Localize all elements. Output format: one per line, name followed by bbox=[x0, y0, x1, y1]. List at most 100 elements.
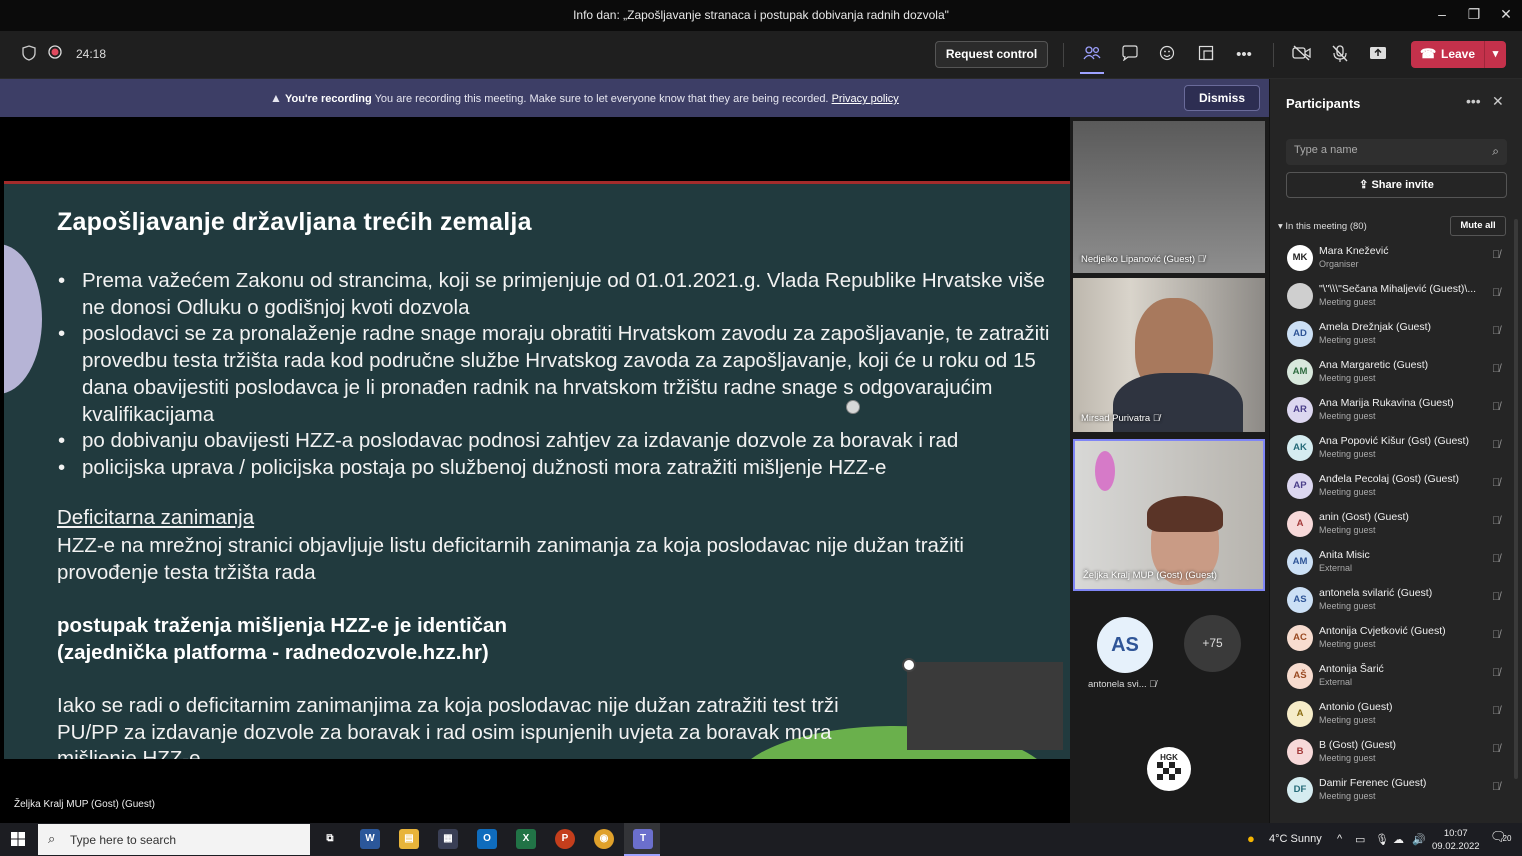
mic-off-icon[interactable]: 🎙̸ bbox=[1492, 325, 1500, 337]
mic-off-icon[interactable]: 🎙̸ bbox=[1492, 477, 1500, 489]
avatar[interactable]: AS bbox=[1097, 617, 1153, 673]
file-explorer-icon[interactable]: ▤ bbox=[399, 829, 419, 849]
slide-bullet: Prema važećem Zakonu od strancima, koji … bbox=[56, 268, 1056, 321]
video-tile[interactable]: Mirsad Purivatra 🎙̸ bbox=[1073, 278, 1265, 432]
participant-row[interactable]: AM Ana Margaretic (Guest) Meeting guest 🎙̸ bbox=[1270, 355, 1510, 393]
windows-start-icon[interactable] bbox=[11, 832, 25, 851]
powerpoint-icon[interactable]: P bbox=[555, 829, 575, 849]
chevron-up-icon[interactable]: ^ bbox=[1337, 833, 1342, 845]
participant-row[interactable]: AR Ana Marija Rukavina (Guest) Meeting gue… bbox=[1270, 393, 1510, 431]
taskbar-search[interactable]: ⌕ Type here to search bbox=[38, 824, 310, 855]
participant-row[interactable]: AŠ Antonija Šarić External 🎙̸ bbox=[1270, 659, 1510, 697]
more-participants-button[interactable]: +75 bbox=[1184, 615, 1241, 672]
mic-off-icon[interactable]: 🎙̸ bbox=[1492, 287, 1500, 299]
onedrive-icon[interactable]: ☁ bbox=[1393, 833, 1404, 846]
chrome-icon[interactable]: ◉ bbox=[594, 829, 614, 849]
participant-name: Anita Misic bbox=[1319, 549, 1370, 561]
participant-role: Meeting guest bbox=[1319, 487, 1376, 497]
video-tile-name: Mirsad Purivatra 🎙̸ bbox=[1081, 413, 1160, 424]
window-title: Info dan: „Zapošljavanje stranaca i post… bbox=[573, 8, 949, 22]
mic-off-icon: 🎙̸ bbox=[1152, 413, 1160, 424]
participant-row[interactable]: A Antonio (Guest) Meeting guest 🎙̸ bbox=[1270, 697, 1510, 735]
camera-off-icon[interactable] bbox=[1292, 45, 1312, 65]
more-options-icon[interactable]: ••• bbox=[1466, 93, 1481, 109]
dismiss-button[interactable]: Dismiss bbox=[1184, 85, 1260, 111]
participant-list: MK Mara Knežević Organiser 🎙̸ "\"\\\"Sečana … bbox=[1270, 241, 1510, 823]
close-icon[interactable]: ✕ bbox=[1492, 93, 1504, 110]
mic-off-icon[interactable]: 🎙̸ bbox=[1492, 249, 1500, 261]
mic-off-icon[interactable]: 🎙̸ bbox=[1492, 743, 1500, 755]
share-screen-icon[interactable] bbox=[1368, 45, 1388, 65]
participant-row[interactable]: AP Anđela Pecolaj (Gost) (Guest) Meeting g… bbox=[1270, 469, 1510, 507]
hgk-logo[interactable]: HGK bbox=[1147, 747, 1191, 791]
participant-name: Ana Popović Kišur (Gst) (Guest) bbox=[1319, 435, 1469, 447]
mic-off-icon[interactable]: 🎙̸ bbox=[1492, 401, 1500, 413]
mic-off-icon[interactable] bbox=[1330, 45, 1350, 65]
participant-row[interactable]: AD Amela Drežnjak (Guest) Meeting guest 🎙̸ bbox=[1270, 317, 1510, 355]
mute-all-button[interactable]: Mute all bbox=[1450, 216, 1506, 236]
participant-row[interactable]: MK Mara Knežević Organiser 🎙̸ bbox=[1270, 241, 1510, 279]
in-meeting-section-toggle[interactable]: ▾ In this meeting (80) bbox=[1278, 221, 1367, 232]
scrollbar[interactable] bbox=[1514, 219, 1518, 779]
share-invite-button[interactable]: ⇪ Share invite bbox=[1286, 172, 1507, 198]
participant-row[interactable]: B B (Gost) (Guest) Meeting guest 🎙̸ bbox=[1270, 735, 1510, 773]
minimize-icon[interactable]: – bbox=[1432, 6, 1452, 22]
store-icon[interactable]: ▦ bbox=[438, 829, 458, 849]
participant-row[interactable]: AM Anita Misic External 🎙̸ bbox=[1270, 545, 1510, 583]
word-icon[interactable]: W bbox=[360, 829, 380, 849]
microphone-icon[interactable]: 🎙 bbox=[1375, 833, 1389, 846]
checkerboard-icon bbox=[1157, 762, 1181, 780]
outlook-icon[interactable]: O bbox=[477, 829, 497, 849]
mic-off-icon[interactable]: 🎙̸ bbox=[1492, 515, 1500, 527]
mic-off-icon[interactable]: 🎙̸ bbox=[1492, 667, 1500, 679]
clock[interactable]: 10:07 09.02.2022 bbox=[1432, 827, 1480, 853]
excel-icon[interactable]: X bbox=[516, 829, 536, 849]
weather-text[interactable]: 4°C Sunny bbox=[1269, 833, 1322, 845]
participant-row[interactable]: Aanin (Gost) (Guest) Meeting guest 🎙̸ bbox=[1270, 507, 1510, 545]
avatar: MK bbox=[1287, 245, 1313, 271]
clock-date: 09.02.2022 bbox=[1432, 841, 1480, 852]
search-icon[interactable]: ⌕ bbox=[1492, 144, 1499, 159]
close-window-icon[interactable]: ✕ bbox=[1496, 6, 1516, 23]
mic-off-icon[interactable]: 🎙̸ bbox=[1492, 591, 1500, 603]
participant-role: Organiser bbox=[1319, 259, 1359, 269]
participant-row[interactable]: AK Ana Popović Kišur (Gst) (Guest) Meeting… bbox=[1270, 431, 1510, 469]
participant-row[interactable]: AC Antonija Cvjetković (Guest) Meeting gue… bbox=[1270, 621, 1510, 659]
task-view-icon[interactable]: ⧉ bbox=[320, 829, 340, 849]
avatar: AD bbox=[1287, 321, 1313, 347]
video-tile-active-speaker[interactable]: Željka Kralj MUP (Gost) (Guest) bbox=[1073, 439, 1265, 591]
avatar: AR bbox=[1287, 397, 1313, 423]
slide-bullet: policijska uprava / policijska postaja p… bbox=[56, 455, 1056, 482]
mic-off-icon[interactable]: 🎙̸ bbox=[1492, 781, 1500, 793]
video-tile[interactable]: Nedjelko Lipanović (Guest) 🎙̸ bbox=[1073, 121, 1265, 273]
participant-role: External bbox=[1319, 677, 1353, 687]
title-bar: Info dan: „Zapošljavanje stranaca i post… bbox=[0, 0, 1522, 31]
mic-off-icon[interactable]: 🎙̸ bbox=[1492, 363, 1500, 375]
chevron-down-icon[interactable]: ▾ bbox=[1484, 41, 1506, 68]
participant-search[interactable]: ⌕ bbox=[1286, 139, 1507, 165]
participant-row[interactable]: DF Damir Ferenec (Guest) Meeting guest 🎙̸ bbox=[1270, 773, 1510, 811]
mic-off-icon[interactable]: 🎙̸ bbox=[1492, 553, 1500, 565]
more-options-icon[interactable]: ••• bbox=[1234, 45, 1254, 65]
participant-name: Ana Margaretic (Guest) bbox=[1319, 359, 1429, 371]
network-icon[interactable]: ▭ bbox=[1355, 833, 1365, 846]
request-control-button[interactable]: Request control bbox=[935, 41, 1048, 68]
participant-row[interactable]: AS antonela svilarić (Guest) Meeting guest… bbox=[1270, 583, 1510, 621]
notifications-icon[interactable]: 🗨20 bbox=[1490, 829, 1511, 845]
toolbar-divider bbox=[1273, 43, 1274, 67]
restore-icon[interactable]: ❐ bbox=[1464, 6, 1484, 23]
privacy-policy-link[interactable]: Privacy policy bbox=[832, 93, 899, 105]
chat-icon[interactable] bbox=[1120, 45, 1140, 65]
participant-row[interactable]: "\"\\\"Sečana Mihaljević (Guest)\... Meet… bbox=[1270, 279, 1510, 317]
volume-icon[interactable]: 🔊 bbox=[1412, 833, 1426, 846]
leave-button[interactable]: ☎ Leave ▾ bbox=[1411, 41, 1506, 68]
people-icon[interactable] bbox=[1080, 45, 1104, 74]
mic-off-icon[interactable]: 🎙̸ bbox=[1492, 705, 1500, 717]
reactions-icon[interactable] bbox=[1158, 45, 1178, 65]
mic-off-icon[interactable]: 🎙̸ bbox=[1492, 439, 1500, 451]
participant-video bbox=[1147, 496, 1223, 532]
avatar: A bbox=[1287, 701, 1313, 727]
search-input[interactable] bbox=[1294, 144, 1484, 156]
mic-off-icon[interactable]: 🎙̸ bbox=[1492, 629, 1500, 641]
rooms-icon[interactable] bbox=[1196, 45, 1216, 65]
